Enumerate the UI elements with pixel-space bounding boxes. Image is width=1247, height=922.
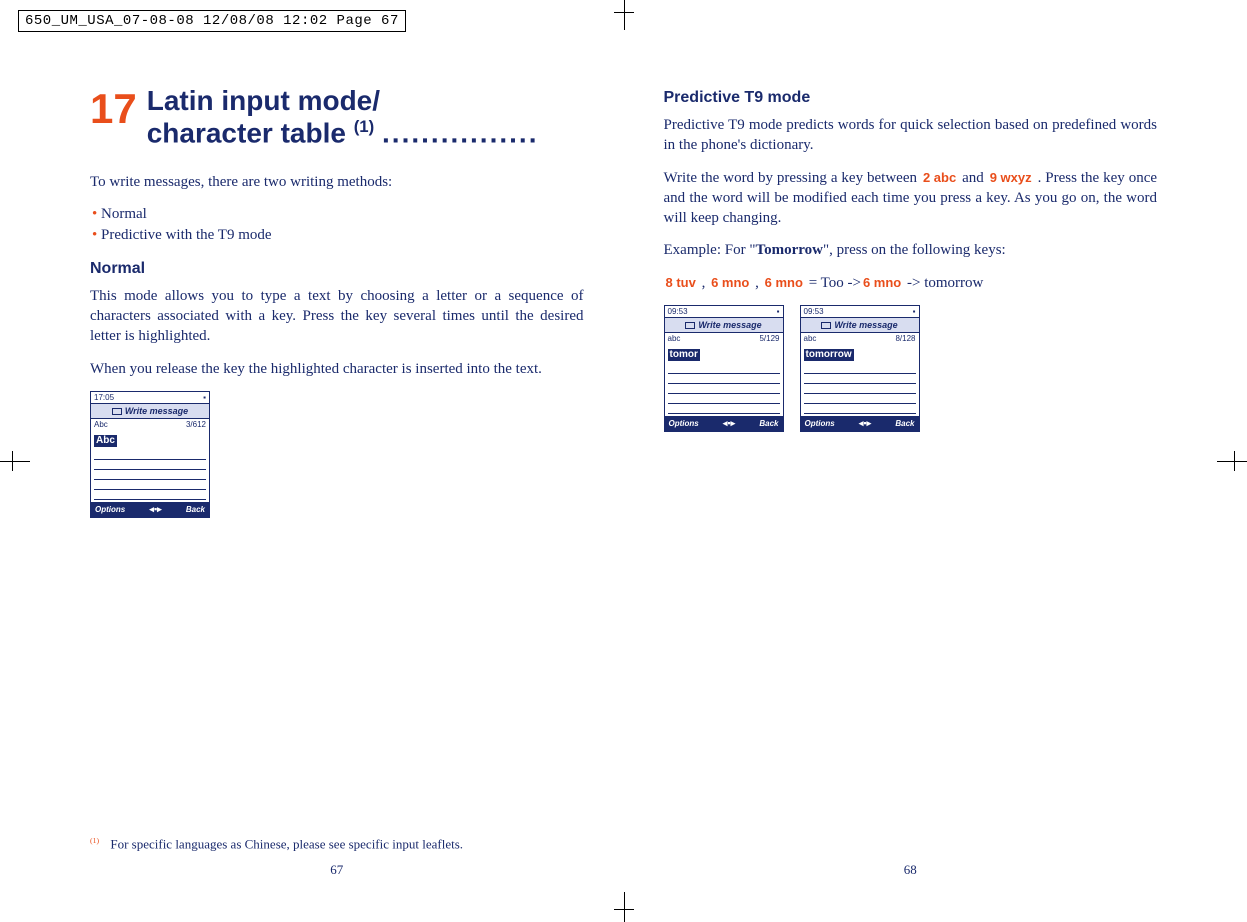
ps2-text: tomor — [668, 349, 700, 361]
footnote-mark: (1) — [90, 836, 99, 845]
ps2-mode: abc — [668, 334, 681, 343]
ps1-title: Write message — [125, 406, 188, 416]
signal-icon: ▪ — [777, 307, 780, 316]
crop-mark-bottom — [624, 892, 625, 922]
text-line — [668, 394, 780, 404]
key-6mno-icon: 6 mno — [709, 274, 751, 292]
t9-p2-b: and — [962, 170, 988, 186]
normal-para-2: When you release the key the highlighted… — [90, 359, 584, 379]
ps1-text: Abc — [94, 435, 117, 447]
bullet-t9: Predictive with the T9 mode — [92, 225, 584, 246]
ps2-count: 5/129 — [759, 334, 779, 343]
key-6mno-icon: 6 mno — [861, 274, 903, 292]
key-6mno-icon: 6 mno — [763, 274, 805, 292]
ps1-left-softkey: Options — [95, 505, 125, 514]
phone-screenshot-too: 09:53 ▪ Write message abc 5/129 tomor Opti… — [664, 305, 784, 432]
ps3-title: Write message — [834, 320, 897, 330]
example-word: Tomorrow — [755, 242, 823, 258]
crop-mark-right — [1217, 461, 1247, 462]
ps3-text: tomorrow — [804, 349, 854, 361]
chapter-title-dots: ................ — [382, 118, 538, 149]
page-number-left: 67 — [50, 862, 624, 878]
text-line — [94, 450, 206, 460]
page-number-right: 68 — [624, 862, 1198, 878]
text-line — [804, 404, 916, 414]
ps1-mode: Abc — [94, 420, 108, 429]
ps2-left-softkey: Options — [669, 419, 699, 428]
footnote-text: For specific languages as Chinese, pleas… — [110, 836, 463, 851]
t9-p2-a: Write the word by pressing a key between — [664, 170, 921, 186]
ps2-time: 09:53 — [668, 307, 688, 316]
seq-comma-2: , — [751, 275, 762, 291]
text-line — [668, 404, 780, 414]
phone-screenshot-tomorrow: 09:53 ▪ Write message abc 8/128 tomorrow O… — [800, 305, 920, 432]
text-line — [94, 480, 206, 490]
section-heading-normal: Normal — [90, 260, 584, 278]
nav-arrows-icon: ◂▪▸ — [723, 418, 735, 429]
key-2abc-icon: 2 abc — [921, 169, 958, 187]
intro-text: To write messages, there are two writing… — [90, 172, 584, 192]
text-line — [804, 374, 916, 384]
ps3-mode: abc — [804, 334, 817, 343]
ps2-title: Write message — [698, 320, 761, 330]
key-9wxyz-icon: 9 wxyz — [988, 169, 1034, 187]
text-line — [804, 394, 916, 404]
ps3-time: 09:53 — [804, 307, 824, 316]
nav-arrows-icon: ◂▪▸ — [859, 418, 871, 429]
signal-icon: ▪ — [203, 393, 206, 402]
phone-screenshot-normal: 17:05 ▪ Write message Abc 3/612 Abc Option… — [90, 391, 210, 518]
t9-para-2: Write the word by pressing a key between… — [664, 168, 1158, 229]
ps1-right-softkey: Back — [186, 505, 205, 514]
t9-para-1: Predictive T9 mode predicts words for qu… — [664, 115, 1158, 156]
page-right: Predictive T9 mode Predictive T9 mode pr… — [624, 60, 1198, 892]
print-header: 650_UM_USA_07-08-08 12/08/08 12:02 Page … — [18, 10, 406, 32]
chapter-title-text: character table — [147, 118, 346, 149]
ps1-count: 3/612 — [186, 420, 206, 429]
footnote: (1) For specific languages as Chinese, p… — [90, 836, 584, 852]
ps1-time: 17:05 — [94, 393, 114, 402]
signal-icon: ▪ — [913, 307, 916, 316]
envelope-icon — [821, 322, 831, 329]
ps3-left-softkey: Options — [805, 419, 835, 428]
ps3-count: 8/128 — [895, 334, 915, 343]
text-line — [94, 490, 206, 500]
bullet-normal: Normal — [92, 204, 584, 225]
chapter-title-line1: Latin input mode/ — [147, 85, 584, 117]
envelope-icon — [112, 408, 122, 415]
ps2-right-softkey: Back — [759, 419, 778, 428]
ps3-right-softkey: Back — [895, 419, 914, 428]
key-sequence: 8 tuv , 6 mno , 6 mno = Too ->6 mno -> t… — [664, 273, 1158, 293]
example-b: ", press on the following keys: — [823, 242, 1006, 258]
nav-arrows-icon: ◂▪▸ — [149, 504, 161, 515]
text-line — [668, 364, 780, 374]
seq-end: -> tomorrow — [903, 275, 983, 291]
text-line — [94, 470, 206, 480]
section-heading-t9: Predictive T9 mode — [664, 89, 1158, 107]
crop-mark-top — [624, 0, 625, 30]
text-line — [668, 384, 780, 394]
envelope-icon — [685, 322, 695, 329]
key-8tuv-icon: 8 tuv — [664, 274, 698, 292]
example-line: Example: For "Tomorrow", press on the fo… — [664, 240, 1158, 260]
page-left: 17 Latin input mode/ character table (1)… — [50, 60, 624, 892]
seq-eq: = Too -> — [805, 275, 861, 291]
normal-para-1: This mode allows you to type a text by c… — [90, 286, 584, 347]
chapter-title-line2: character table (1) ................ — [147, 117, 584, 150]
chapter-title-sup: (1) — [354, 117, 375, 136]
crop-mark-left — [0, 461, 30, 462]
text-line — [668, 374, 780, 384]
text-line — [94, 460, 206, 470]
text-line — [804, 364, 916, 374]
text-line — [804, 384, 916, 394]
seq-comma-1: , — [698, 275, 709, 291]
page-spread: 17 Latin input mode/ character table (1)… — [50, 60, 1197, 892]
example-a: Example: For " — [664, 242, 756, 258]
chapter-number: 17 — [90, 85, 137, 133]
